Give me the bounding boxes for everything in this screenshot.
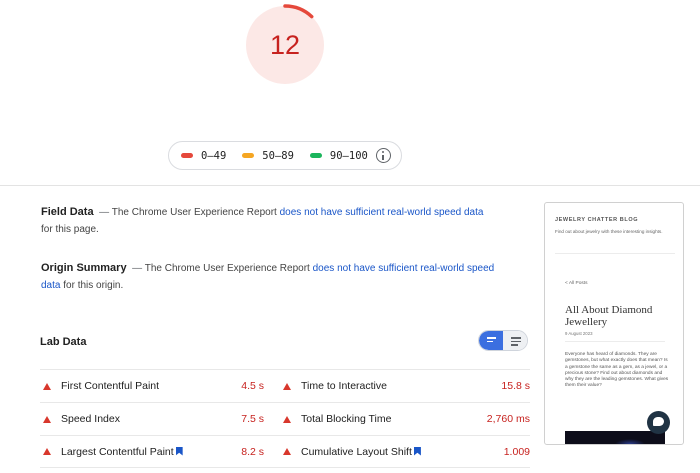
expanded-view-button[interactable] [503,331,527,350]
metric-name: Largest Contentful Paint [61,446,241,458]
legend-item-pass: 90–100 [309,149,368,162]
origin-summary-suffix: for this origin. [63,280,124,291]
fail-triangle-icon [283,448,291,455]
lab-data-title: Lab Data [40,336,87,348]
metric-speed-index: Speed Index 7.5 s [40,403,264,435]
page-screenshot-thumbnail: JEWELRY CHATTER BLOG Find out about jewe… [544,202,684,445]
thumbnail-post-title: All About Diamond Jewellery [565,304,653,328]
field-data-link[interactable]: does not have sufficient real-world spee… [280,207,484,218]
thumbnail-divider [555,253,675,254]
metric-first-contentful-paint: First Contentful Paint 4.5 s [40,370,264,402]
metric-value: 4.5 s [241,380,264,392]
metric-row: First Contentful Paint 4.5 s Time to Int… [40,369,530,402]
fail-triangle-icon [43,448,51,455]
field-data-section: Field Data — The Chrome User Experience … [41,204,496,238]
metric-value: 15.8 s [501,380,530,392]
legend-swatch-orange [242,153,255,158]
metric-name-text: Largest Contentful Paint [61,445,174,458]
metric-cumulative-layout-shift: Cumulative Layout Shift 1.009 [280,436,530,467]
thumbnail-post-body: Everyone has heard of diamonds. They are… [565,352,669,389]
legend-item-fail: 0–49 [181,150,226,162]
origin-summary-dash: — [132,263,143,274]
score-legend: 0–49 50–89 90–100 [168,141,402,170]
field-data-dash: — [99,207,110,218]
metric-row: Speed Index 7.5 s Total Blocking Time 2,… [40,402,530,435]
expanded-view-icon [511,337,521,348]
bookmark-icon [175,446,183,456]
field-data-suffix: for this page. [41,224,99,235]
section-divider [0,185,700,186]
metric-time-to-interactive: Time to Interactive 15.8 s [280,370,530,402]
thumbnail-blog-name: JEWELRY CHATTER BLOG [555,217,639,223]
performance-score-gauge: 12 [244,4,326,86]
origin-summary-section: Origin Summary — The Chrome User Experie… [41,260,496,294]
compact-view-button[interactable] [479,331,503,350]
field-data-title: Field Data [41,206,94,218]
thumbnail-post-date: 9 August 2023 [565,331,593,336]
metric-name: Speed Index [61,413,120,425]
metrics-table: First Contentful Paint 4.5 s Time to Int… [40,369,530,468]
metric-largest-contentful-paint: Largest Contentful Paint 8.2 s [40,436,264,467]
legend-label-pass: 90–100 [329,149,368,162]
thumbnail-post-image [565,431,665,444]
metric-value: 2,760 ms [486,413,530,425]
fail-triangle-icon [283,415,291,423]
metric-total-blocking-time: Total Blocking Time 2,760 ms [280,403,530,435]
fail-triangle-icon [43,382,51,390]
legend-swatch-green [309,153,322,158]
thumbnail-back-link: < All Posts [565,281,588,286]
metric-name: Time to Interactive [301,380,387,392]
metric-value: 8.2 s [241,445,264,458]
legend-label-fail: 0–49 [201,149,227,162]
fail-triangle-icon [43,415,51,423]
metric-value: 1.009 [503,445,530,458]
thumbnail-divider [565,341,665,342]
origin-summary-text: The Chrome User Experience Report [144,263,310,274]
metric-name: Total Blocking Time [301,413,392,425]
bookmark-icon [413,446,421,456]
field-data-text: The Chrome User Experience Report [111,207,277,218]
metric-row: Largest Contentful Paint 8.2 s Cumulativ… [40,435,530,468]
chat-bubble-icon [647,411,670,434]
metric-value: 7.5 s [241,413,264,425]
legend-label-average: 50–89 [262,149,294,162]
origin-summary-title: Origin Summary [41,262,127,274]
metric-name: First Contentful Paint [61,380,160,392]
compact-view-icon [487,337,496,344]
legend-item-average: 50–89 [242,150,294,162]
thumbnail-tagline: Find out about jewelry with these intere… [555,229,663,234]
metrics-view-toggle [478,330,528,351]
legend-swatch-red [181,153,193,158]
performance-score-value: 12 [269,30,301,60]
metric-name: Cumulative Layout Shift [301,446,504,458]
metric-name-text: Cumulative Layout Shift [301,445,412,458]
fail-triangle-icon [283,382,291,390]
info-icon[interactable] [375,148,391,163]
